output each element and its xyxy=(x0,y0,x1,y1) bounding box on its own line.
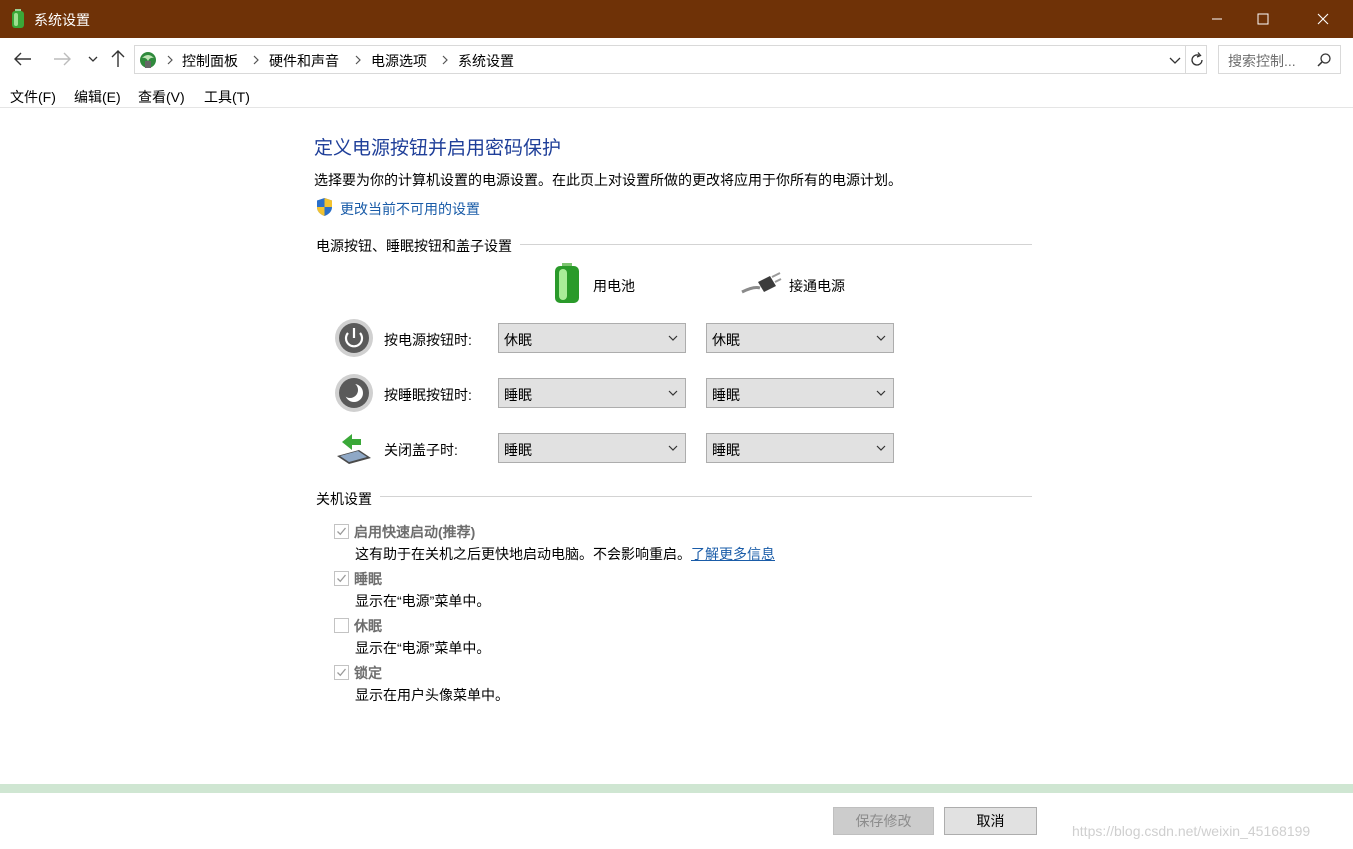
forward-button[interactable] xyxy=(51,48,73,70)
select-value: 睡眠 xyxy=(504,387,532,403)
hibernate-title: 休眠 xyxy=(354,618,382,634)
search-input[interactable]: 搜索控制... xyxy=(1218,45,1341,74)
power-button-battery-select[interactable]: 休眠 xyxy=(498,323,686,353)
lock-checkbox[interactable] xyxy=(334,665,349,680)
back-button[interactable] xyxy=(12,48,34,70)
lid-close-plugged-select[interactable]: 睡眠 xyxy=(706,433,894,463)
battery-app-icon xyxy=(12,9,24,28)
page-title: 定义电源按钮并启用密码保护 xyxy=(314,138,562,159)
shutdown-section-heading: 关机设置 xyxy=(316,489,380,509)
sleep-checkbox[interactable] xyxy=(334,571,349,586)
breadcrumb-control-panel[interactable]: 控制面板 xyxy=(182,51,238,71)
address-dropdown-icon[interactable] xyxy=(1167,52,1183,68)
title-bar: 系统设置 xyxy=(0,0,1353,38)
menu-edit[interactable]: 编辑(E) xyxy=(74,87,121,107)
breadcrumb-separator-icon xyxy=(167,55,173,65)
control-panel-icon xyxy=(140,52,156,68)
breadcrumb-separator-icon xyxy=(355,55,361,65)
lid-close-label: 关闭盖子时: xyxy=(384,442,458,458)
chevron-down-icon xyxy=(88,56,98,62)
sleep-button-battery-select[interactable]: 睡眠 xyxy=(498,378,686,408)
battery-icon xyxy=(555,263,579,303)
sleep-button-icon xyxy=(335,374,373,412)
menu-view[interactable]: 查看(V) xyxy=(138,87,185,107)
sleep-title: 睡眠 xyxy=(354,571,382,587)
maximize-button[interactable] xyxy=(1240,0,1286,38)
checkmark-icon xyxy=(337,574,347,583)
main-content: 定义电源按钮并启用密码保护 选择要为你的计算机设置的电源设置。在此页上对设置所做… xyxy=(0,108,1353,784)
up-button[interactable] xyxy=(107,48,129,70)
lock-description: 显示在用户头像菜单中。 xyxy=(355,687,509,703)
close-button[interactable] xyxy=(1300,0,1346,38)
uac-shield-icon xyxy=(317,198,332,216)
section-divider xyxy=(316,496,1032,497)
save-changes-button[interactable]: 保存修改 xyxy=(833,807,934,835)
chevron-down-icon xyxy=(876,335,886,341)
up-arrow-icon xyxy=(111,50,125,67)
fast-startup-checkbox[interactable] xyxy=(334,524,349,539)
maximize-icon xyxy=(1257,13,1269,25)
select-value: 睡眠 xyxy=(712,387,740,403)
power-button-icon xyxy=(335,319,373,357)
select-value: 休眠 xyxy=(504,332,532,348)
breadcrumb-system-settings[interactable]: 系统设置 xyxy=(458,51,514,71)
menu-file[interactable]: 文件(F) xyxy=(10,87,56,107)
hibernate-description: 显示在“电源”菜单中。 xyxy=(355,640,491,656)
menu-bar: 文件(F) 编辑(E) 查看(V) 工具(T) xyxy=(0,82,1353,108)
watermark-text: https://blog.csdn.net/weixin_45168199 xyxy=(1072,823,1311,839)
sleep-button-label: 按睡眠按钮时: xyxy=(384,387,472,403)
fast-startup-description: 这有助于在关机之后更快地启动电脑。不会影响重启。了解更多信息 xyxy=(355,544,775,564)
fast-startup-desc-text: 这有助于在关机之后更快地启动电脑。不会影响重启。 xyxy=(355,546,691,562)
select-value: 睡眠 xyxy=(504,442,532,458)
chevron-down-icon xyxy=(668,390,678,396)
hibernate-checkbox[interactable] xyxy=(334,618,349,633)
lock-title: 锁定 xyxy=(354,665,382,681)
window-title: 系统设置 xyxy=(34,12,90,28)
power-buttons-section-heading: 电源按钮、睡眠按钮和盖子设置 xyxy=(316,236,520,256)
change-unavailable-settings-link[interactable]: 更改当前不可用的设置 xyxy=(340,199,480,219)
footer-bar: 保存修改 取消 https://blog.csdn.net/weixin_451… xyxy=(0,793,1353,849)
search-icon[interactable] xyxy=(1316,52,1332,68)
column-plugged-in: 接通电源 xyxy=(789,278,845,294)
checkmark-icon xyxy=(337,527,347,536)
forward-arrow-icon xyxy=(54,52,71,66)
sleep-description: 显示在“电源”菜单中。 xyxy=(355,593,491,609)
minimize-button[interactable] xyxy=(1194,0,1240,38)
search-placeholder: 搜索控制... xyxy=(1228,53,1296,69)
close-icon xyxy=(1317,13,1329,25)
column-on-battery: 用电池 xyxy=(593,278,635,294)
refresh-icon[interactable] xyxy=(1187,50,1207,70)
fast-startup-title: 启用快速启动(推荐) xyxy=(354,524,476,540)
lid-close-battery-select[interactable]: 睡眠 xyxy=(498,433,686,463)
page-description: 选择要为你的计算机设置的电源设置。在此页上对设置所做的更改将应用于你所有的电源计… xyxy=(314,172,902,188)
recent-locations-button[interactable] xyxy=(82,48,104,70)
chevron-down-icon xyxy=(876,445,886,451)
power-plug-icon xyxy=(741,272,782,294)
breadcrumb-hardware-sound[interactable]: 硬件和声音 xyxy=(269,51,339,71)
learn-more-link[interactable]: 了解更多信息 xyxy=(691,546,775,562)
power-button-plugged-select[interactable]: 休眠 xyxy=(706,323,894,353)
chevron-down-icon xyxy=(876,390,886,396)
breadcrumb-separator-icon xyxy=(442,55,448,65)
breadcrumb-power-options[interactable]: 电源选项 xyxy=(371,51,427,71)
select-value: 休眠 xyxy=(712,332,740,348)
lid-close-icon xyxy=(337,434,371,464)
select-value: 睡眠 xyxy=(712,442,740,458)
navigation-bar: 控制面板 硬件和声音 电源选项 系统设置 搜索控制... xyxy=(0,38,1353,82)
menu-tools[interactable]: 工具(T) xyxy=(204,87,250,107)
checkmark-icon xyxy=(337,668,347,677)
minimize-icon xyxy=(1212,18,1222,20)
power-button-label: 按电源按钮时: xyxy=(384,332,472,348)
breadcrumb-separator-icon xyxy=(253,55,259,65)
back-arrow-icon xyxy=(14,52,31,66)
cancel-button[interactable]: 取消 xyxy=(944,807,1037,835)
chevron-down-icon xyxy=(668,445,678,451)
chevron-down-icon xyxy=(668,335,678,341)
sleep-button-plugged-select[interactable]: 睡眠 xyxy=(706,378,894,408)
footer-separator-band xyxy=(0,784,1353,793)
address-bar[interactable]: 控制面板 硬件和声音 电源选项 系统设置 xyxy=(134,45,1207,74)
address-divider xyxy=(1185,46,1186,73)
